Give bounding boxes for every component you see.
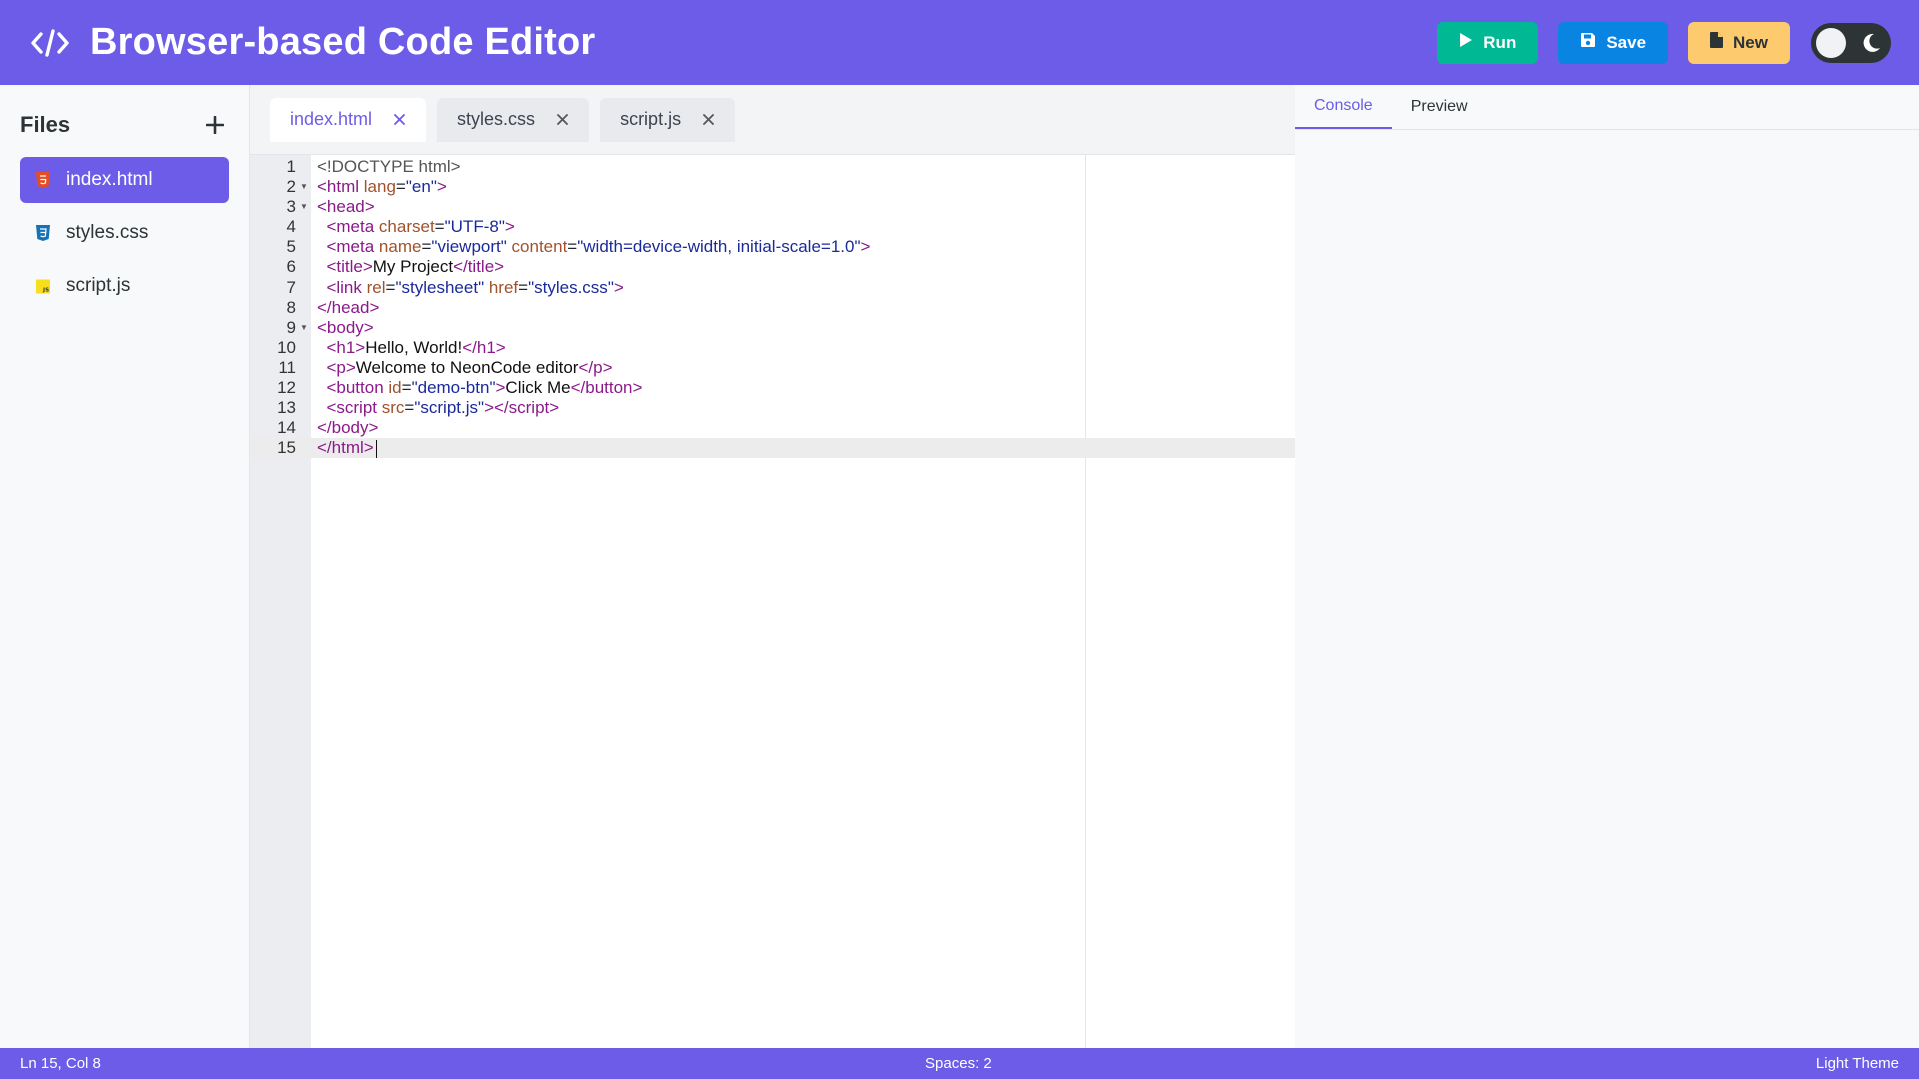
- fold-icon[interactable]: ▼: [300, 318, 308, 338]
- sidebar-header: Files: [20, 105, 229, 145]
- line-number: 8: [286, 297, 296, 317]
- app-title: Browser-based Code Editor: [90, 21, 596, 63]
- tab-label: styles.css: [457, 109, 536, 129]
- line-number: 13: [277, 398, 296, 418]
- moon-icon: [1860, 32, 1882, 54]
- theme-label: Light Theme: [1815, 1055, 1899, 1072]
- p-text: Welcome to NeonCode editor: [355, 357, 579, 377]
- code-line: 5 <meta name="viewport" content="width=d…: [250, 237, 1295, 257]
- line-number: 10: [277, 337, 296, 357]
- file-item-index-html[interactable]: index.html: [20, 157, 229, 203]
- line-number: 12: [277, 378, 296, 398]
- js-icon: JS: [36, 277, 50, 295]
- tab-script-js[interactable]: script.js: [600, 97, 736, 142]
- doctype: <!DOCTYPE html>: [317, 157, 461, 176]
- line-number: 15: [277, 438, 296, 458]
- code-line: 3 ▼ <head>: [250, 197, 1295, 217]
- button-id: demo-btn: [417, 378, 490, 398]
- tab-label: script.js: [620, 109, 682, 129]
- code-line: 2 ▼ <html lang="en">: [250, 177, 1295, 197]
- status-bar: Ln 15, Col 8 Spaces: 2 Light Theme: [0, 1048, 1919, 1079]
- file-name: styles.css: [66, 222, 149, 243]
- close-icon[interactable]: [555, 113, 569, 127]
- code-line: 9 ▼ <body>: [250, 318, 1295, 338]
- fold-icon[interactable]: ▼: [300, 177, 308, 197]
- sidebar-title: Files: [20, 112, 71, 137]
- meta-charset: UTF-8: [450, 217, 499, 237]
- tab-console[interactable]: Console: [1295, 85, 1392, 129]
- new-button-label: New: [1733, 32, 1768, 52]
- line-number: 3: [286, 197, 296, 217]
- code-line: 10 <h1>Hello, World!</h1>: [250, 338, 1295, 358]
- save-button-label: Save: [1606, 32, 1647, 52]
- link-href: styles.css: [534, 277, 608, 297]
- html-lang: en: [411, 177, 431, 197]
- file-sidebar: Files index.html styles.css JS script.js: [0, 85, 250, 1048]
- file-name: index.html: [66, 169, 153, 190]
- code-line: 11 <p>Welcome to NeonCode editor</p>: [250, 358, 1295, 378]
- code-line: 1 <!DOCTYPE html>: [250, 157, 1295, 177]
- tab-label: index.html: [290, 109, 373, 129]
- line-number: 5: [286, 237, 296, 257]
- title-text: My Project: [372, 257, 454, 277]
- app-header: Browser-based Code Editor Run Save New: [0, 0, 1919, 85]
- theme-toggle[interactable]: [1811, 22, 1891, 63]
- run-button[interactable]: Run: [1437, 21, 1539, 64]
- h1-text: Hello, World!: [365, 337, 463, 357]
- code-line: 8 </head>: [250, 298, 1295, 318]
- save-button[interactable]: Save: [1558, 21, 1669, 64]
- editor-tabs: index.html styles.css script.js: [250, 85, 1295, 155]
- code-line-current: 15 </html>: [250, 438, 1295, 459]
- line-number: 2: [286, 177, 296, 197]
- close-icon[interactable]: [701, 113, 715, 127]
- tab-index-html[interactable]: index.html: [270, 97, 427, 142]
- code-line: 12 <button id="demo-btn">Click Me</butto…: [250, 378, 1295, 398]
- cursor-position: Ln 15, Col 8: [20, 1055, 101, 1072]
- line-number: 6: [286, 257, 296, 277]
- header-actions: Run Save New: [1437, 21, 1891, 64]
- code-editor[interactable]: 1 <!DOCTYPE html> 2 ▼ <html lang="en"> 3 ▼ <h…: [250, 155, 1295, 1048]
- indent-setting: Spaces: 2: [925, 1055, 992, 1072]
- editor-area: index.html styles.css script.js 1 <!DOCTY…: [250, 85, 1295, 1048]
- svg-text:JS: JS: [42, 287, 49, 293]
- html5-icon: [36, 171, 50, 189]
- script-src: script.js: [420, 398, 479, 418]
- link-rel: stylesheet: [401, 277, 479, 297]
- line-number: 7: [286, 277, 296, 297]
- floppy-icon: [1580, 32, 1596, 53]
- text-cursor: [375, 439, 378, 458]
- meta-content: width=device-width, initial-scale=1.0: [583, 237, 855, 257]
- code-line: 6 <title>My Project</title>: [250, 257, 1295, 277]
- file-icon: [1710, 32, 1724, 53]
- code-line: 4 <meta charset="UTF-8">: [250, 217, 1295, 237]
- new-button[interactable]: New: [1688, 21, 1790, 64]
- file-item-script-js[interactable]: JS script.js: [20, 263, 229, 309]
- output-panel: Console Preview: [1295, 85, 1919, 1048]
- css3-icon: [36, 224, 50, 242]
- file-name: script.js: [66, 275, 131, 296]
- close-icon[interactable]: [392, 113, 406, 127]
- tab-styles-css[interactable]: styles.css: [437, 97, 590, 142]
- button-text: Click Me: [505, 378, 571, 398]
- output-tabs: Console Preview: [1295, 85, 1919, 130]
- code-lines: 1 <!DOCTYPE html> 2 ▼ <html lang="en"> 3 ▼ <h…: [250, 157, 1295, 459]
- line-number: 9: [286, 317, 296, 337]
- brand: Browser-based Code Editor: [28, 21, 595, 65]
- toggle-knob: [1816, 27, 1846, 58]
- code-line: 7 <link rel="stylesheet" href="styles.cs…: [250, 278, 1295, 298]
- line-number: 4: [286, 217, 296, 237]
- tab-preview[interactable]: Preview: [1392, 85, 1487, 129]
- line-number: 11: [278, 357, 296, 377]
- play-icon: [1459, 32, 1473, 53]
- file-item-styles-css[interactable]: styles.css: [20, 210, 229, 256]
- add-file-icon[interactable]: [201, 111, 229, 139]
- code-icon: [28, 21, 72, 65]
- line-number: 14: [277, 418, 296, 438]
- code-line: 13 <script src="script.js"></script>: [250, 398, 1295, 418]
- fold-icon[interactable]: ▼: [300, 197, 308, 217]
- run-button-label: Run: [1483, 32, 1517, 52]
- meta-name: viewport: [437, 237, 501, 257]
- code-line: 14 </body>: [250, 418, 1295, 438]
- line-number: 1: [286, 157, 296, 176]
